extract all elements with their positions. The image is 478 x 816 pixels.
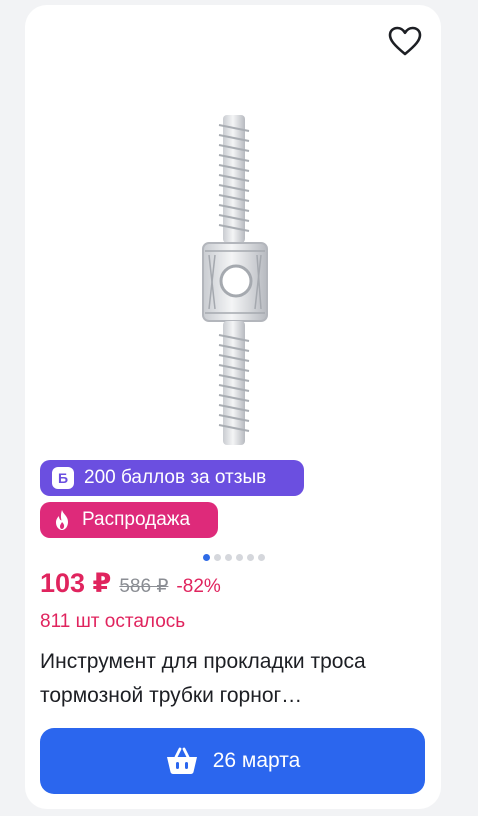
points-badge-label: 200 баллов за отзыв xyxy=(84,467,267,488)
fire-icon xyxy=(56,510,68,530)
product-card[interactable]: Б 200 баллов за отзыв Распродажа 103 ₽ 5… xyxy=(25,5,441,809)
old-price: 586 ₽ xyxy=(119,576,169,597)
points-badge: Б 200 баллов за отзыв xyxy=(40,460,304,496)
price-row: 103 ₽ 586 ₽ -82% xyxy=(40,568,221,608)
sale-badge-label: Распродажа xyxy=(82,509,191,530)
discount-percent: -82% xyxy=(176,576,221,597)
basket-icon xyxy=(166,747,197,774)
sale-badge: Распродажа xyxy=(40,502,218,538)
gallery-dot[interactable] xyxy=(258,554,265,561)
product-title[interactable]: Инструмент для прокладки троса тормозной… xyxy=(40,645,430,713)
gallery-pagination xyxy=(203,554,265,561)
current-price: 103 ₽ xyxy=(40,568,112,598)
points-icon: Б xyxy=(52,467,74,489)
product-image[interactable] xyxy=(175,105,295,450)
delivery-date-label: 26 марта xyxy=(212,749,301,772)
stock-remaining: 811 шт осталось xyxy=(40,611,186,632)
favorite-button[interactable] xyxy=(385,21,425,61)
heart-icon xyxy=(388,26,422,56)
gallery-dot[interactable] xyxy=(236,554,243,561)
gallery-dot[interactable] xyxy=(247,554,254,561)
gallery-dot[interactable] xyxy=(225,554,232,561)
gallery-dot[interactable] xyxy=(203,554,210,561)
delivery-date-button[interactable]: 26 марта xyxy=(40,728,425,794)
gallery-dot[interactable] xyxy=(214,554,221,561)
